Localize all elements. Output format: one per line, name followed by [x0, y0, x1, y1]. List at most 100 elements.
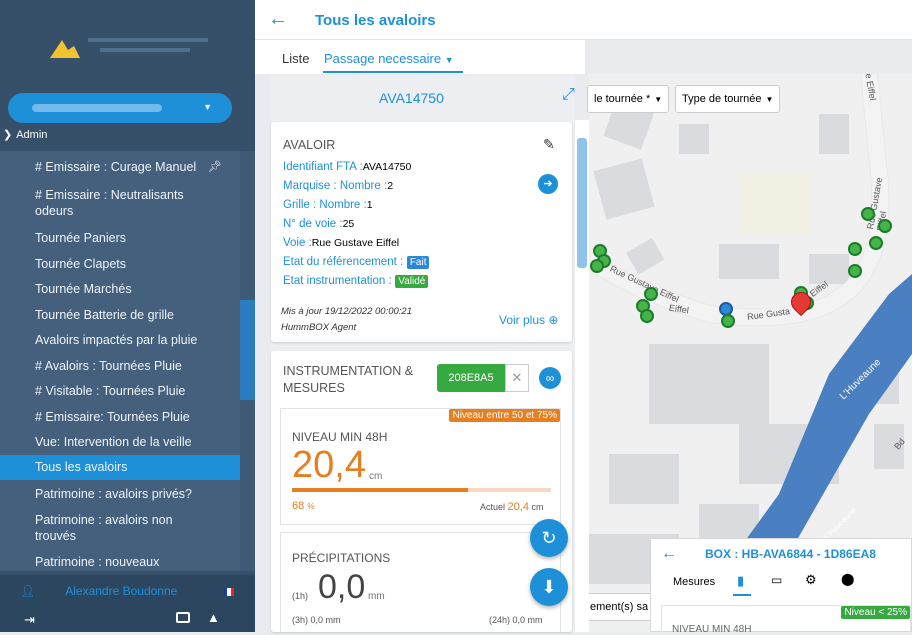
updated-agent: HummBOX Agent	[281, 322, 357, 333]
panel-scroll-thumb[interactable]	[577, 138, 587, 268]
workspace-selector[interactable]: ▼	[8, 93, 232, 123]
niveau-progress-track	[292, 488, 551, 492]
updated-date: Mis à jour 19/12/2022 00:00:21	[281, 306, 412, 317]
download-button[interactable]: ⬇	[530, 568, 568, 606]
sidebar-item-curage[interactable]: # Emissaire : Curage Manuel 📌︎	[0, 159, 240, 175]
instr-badge: Validé	[395, 275, 429, 288]
chevron-down-icon: ▼	[203, 102, 212, 112]
tab-passage-necessaire[interactable]: Passage necessaire ▼	[324, 51, 454, 66]
section-title: INSTRUMENTATION & MESURES	[283, 364, 414, 395]
plus-circle-icon: ⊕	[548, 313, 559, 327]
field-instrumentation: Etat instrumentation : Validé	[283, 272, 523, 288]
box-title: BOX : HB-AVA6844 - 1D86EA8	[705, 547, 876, 561]
sidebar-item-tous-avaloirs[interactable]: Tous les avaloirs	[0, 455, 240, 480]
precip-unit: mm	[368, 591, 385, 602]
sidebar-item-avaloirs-pluie[interactable]: # Avaloirs : Tournées Pluie	[0, 358, 240, 374]
field-referencement: Etat du référencement : Fait	[283, 253, 523, 269]
refresh-button[interactable]: ↻	[530, 519, 568, 557]
niveau-unit: cm	[369, 471, 383, 482]
download-icon: ⬇	[541, 576, 557, 597]
section-title: AVALOIR	[283, 138, 336, 152]
directions-icon[interactable]: ➔	[538, 174, 558, 194]
edit-pencil-icon[interactable]: ✎	[543, 136, 555, 153]
tab-liste[interactable]: Liste	[282, 51, 309, 66]
chart-icon[interactable]: ▮	[737, 573, 744, 589]
message-icon[interactable]: ▭	[771, 573, 782, 587]
sidebar-item-impactes[interactable]: Avaloirs impactés par la pluie	[0, 332, 240, 348]
pin-icon[interactable]: 📌︎	[208, 159, 222, 175]
tab-indicator	[733, 594, 751, 596]
level-badge: Niveau < 25%	[841, 606, 910, 619]
niveau-card: Niveau < 25% NIVEAU MIN 48H	[661, 605, 911, 635]
back-arrow-icon[interactable]: ←	[268, 8, 288, 31]
sidebar-item-veille[interactable]: Vue: Intervention de la veille	[0, 434, 240, 450]
level-badge: Niveau entre 50 et 75%	[449, 409, 560, 422]
niveau-value: 20,4	[292, 444, 366, 486]
niveau-progress-fill	[292, 488, 469, 492]
precip-card: PRÉCIPITATIONS (1h) 0,0 mm (3h) 0,0 mm (…	[280, 532, 561, 632]
sidebar-item-clapets[interactable]: Tournée Clapets	[0, 256, 240, 272]
box-panel: ← BOX : HB-AVA6844 - 1D86EA8 Mesures ▮ ▭…	[650, 538, 912, 635]
precip-label: PRÉCIPITATIONS	[292, 551, 391, 565]
sidebar-item-neutralisants[interactable]: # Emissaire : Neutralisants odeurs	[0, 187, 210, 219]
box-chip[interactable]: 208E8A5	[437, 364, 505, 392]
niveau-label: NIVEAU MIN 48H	[292, 430, 388, 444]
sidebar-item-paniers[interactable]: Tournée Paniers	[0, 230, 240, 246]
book-icon[interactable]	[176, 612, 190, 623]
chevron-down-icon: ▼	[765, 94, 774, 104]
filter-type-tournee[interactable]: Type de tournée ▼	[675, 85, 781, 113]
location-icon[interactable]: ⬤	[841, 572, 854, 586]
map-marker[interactable]	[861, 207, 875, 221]
admin-section[interactable]: ❯ Admin	[3, 128, 47, 142]
link-icon[interactable]: ∞	[539, 367, 561, 389]
field-marquise: Marquise : Nombre :2	[283, 180, 394, 192]
voir-plus-link[interactable]: Voir plus ⊕	[499, 313, 558, 327]
sidebar-item-non-trouves[interactable]: Patrimoine : avaloirs non trouvés	[0, 512, 200, 544]
sidebar-item-visitable-pluie[interactable]: # Visitable : Tournées Pluie	[0, 383, 240, 399]
precip-1h: (1h)	[292, 591, 309, 601]
sidebar-item-marches[interactable]: Tournée Marchés	[0, 281, 240, 297]
current-user[interactable]: 👤︎ Alexandre Boudonne	[20, 584, 177, 598]
avaloir-card: AVALOIR ✎ ➔ Identifiant FTA :AVA14750 Ma…	[271, 122, 572, 342]
chevron-right-icon: ❯	[3, 129, 13, 141]
field-identifiant: Identifiant FTA :AVA14750	[283, 161, 412, 173]
filter-tournee[interactable]: le tournée * ▼	[587, 85, 670, 113]
field-grille: Grille : Nombre :1	[283, 199, 373, 211]
gear-icon[interactable]: ⚙︎	[805, 572, 817, 588]
map-marker[interactable]	[869, 236, 883, 250]
map-marker[interactable]	[848, 242, 862, 256]
actual-value: Actuel 20,4 cm	[480, 501, 544, 513]
field-voie: Voie :Rue Gustave Eiffel	[283, 237, 400, 249]
niveau-label: NIVEAU MIN 48H	[672, 624, 752, 635]
map-marker[interactable]	[590, 259, 604, 273]
field-voie-num: N° de voie :25	[283, 218, 355, 230]
expand-icon[interactable]: ⤢	[562, 86, 575, 104]
instrumentation-card: INSTRUMENTATION & MESURES 208E8A5 ✕ ∞ Niv…	[271, 351, 572, 632]
close-icon[interactable]: ✕	[505, 364, 529, 392]
sidebar-item-prives[interactable]: Patrimoine : avaloirs privés?	[0, 486, 240, 502]
tab-active-indicator	[323, 71, 463, 73]
sidebar-item-batterie[interactable]: Tournée Batterie de grille	[0, 307, 240, 323]
sidebar-item-nouveaux[interactable]: Patrimoine : nouveaux	[0, 554, 240, 570]
tab-mesures[interactable]: Mesures	[673, 576, 715, 588]
org-logo	[40, 30, 220, 66]
chevron-down-icon: ▼	[444, 55, 454, 65]
sidebar-item-emissaire-pluie[interactable]: # Emissaire: Tournées Pluie	[0, 409, 240, 425]
french-flag-icon[interactable]	[224, 588, 234, 596]
map-marker[interactable]	[878, 219, 892, 233]
map-marker[interactable]	[848, 264, 862, 278]
sidebar-scroll-handle[interactable]	[240, 300, 255, 400]
user-icon: 👤︎	[20, 584, 36, 598]
niveau-percent: 68 %	[292, 500, 315, 512]
rocket-icon[interactable]: ▲	[207, 610, 220, 625]
avaloir-id: AVA14750	[379, 90, 444, 106]
refresh-icon: ↻	[541, 527, 557, 548]
ref-badge: Fait	[406, 256, 430, 269]
page-title: Tous les avaloirs	[315, 12, 436, 29]
logout-icon[interactable]: ⇥	[24, 612, 35, 628]
map-marker[interactable]	[721, 314, 735, 328]
back-arrow-icon[interactable]: ←	[661, 545, 677, 563]
map-marker[interactable]	[640, 309, 654, 323]
panel-scrollbar[interactable]	[575, 120, 589, 632]
chevron-down-icon: ▼	[654, 94, 663, 104]
